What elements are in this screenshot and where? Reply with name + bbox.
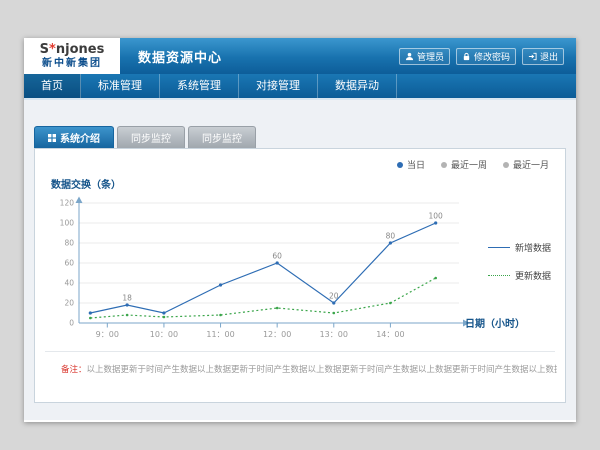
header-actions: 管理员 修改密码 退出 [399, 48, 564, 65]
legend-line-sample [488, 247, 510, 248]
period-filter-week[interactable]: 最近一周 [441, 158, 487, 171]
panel-divider [45, 351, 555, 352]
change-password-button[interactable]: 修改密码 [456, 48, 516, 65]
svg-text:9：00: 9：00 [96, 330, 119, 339]
nav-item-integration-mgmt[interactable]: 对接管理 [239, 74, 318, 98]
svg-text:100: 100 [429, 212, 444, 221]
period-filter-legend: 当日 最近一周 最近一月 [397, 158, 549, 171]
svg-text:14：00: 14：00 [376, 330, 404, 339]
svg-text:60: 60 [64, 259, 74, 268]
svg-text:80: 80 [386, 232, 396, 241]
nav-item-home[interactable]: 首页 [24, 74, 81, 98]
svg-text:80: 80 [64, 239, 74, 248]
header: S*njones 新中新集团 数据资源中心 管理员 修改密码 [24, 38, 576, 74]
svg-text:60: 60 [272, 252, 282, 261]
svg-text:100: 100 [60, 219, 75, 228]
tab-sync-monitor-2[interactable]: 同步监控 [188, 126, 256, 148]
logo: S*njones 新中新集团 [24, 38, 120, 74]
lock-icon [462, 52, 471, 61]
period-dot [397, 162, 403, 168]
series-legend: 新增数据 更新数据 [488, 241, 551, 282]
main-nav: 首页 标准管理 系统管理 对接管理 数据异动 [24, 74, 576, 100]
legend-item-new-data[interactable]: 新增数据 [488, 241, 551, 254]
tab-sync-monitor-1[interactable]: 同步监控 [117, 126, 185, 148]
header-bar: 数据资源中心 管理员 修改密码 [120, 38, 576, 74]
app-title: 数据资源中心 [138, 47, 222, 66]
user-icon [405, 52, 414, 61]
period-filter-today[interactable]: 当日 [397, 158, 425, 171]
remark-label: 备注： [61, 365, 87, 375]
svg-text:10：00: 10：00 [150, 330, 178, 339]
y-axis-title: 数据交换（条） [51, 176, 121, 191]
svg-text:40: 40 [64, 279, 74, 288]
logout-button[interactable]: 退出 [522, 48, 564, 65]
legend-line-sample [488, 275, 510, 276]
logo-star-icon: * [49, 42, 56, 57]
nav-item-system-mgmt[interactable]: 系统管理 [160, 74, 239, 98]
svg-text:20: 20 [64, 299, 74, 308]
logo-brand: S*njones [40, 43, 105, 57]
svg-text:120: 120 [60, 199, 75, 208]
line-chart: 0 20 40 60 80 100 120 9：00 10：00 11：00 12：00 13：00 1… [49, 195, 499, 349]
logo-company: 新中新集团 [42, 58, 102, 69]
tab-system-intro[interactable]: 系统介绍 [34, 126, 114, 148]
grid-icon [48, 134, 56, 142]
app-window: S*njones 新中新集团 数据资源中心 管理员 修改密码 [24, 38, 576, 422]
svg-text:13：00: 13：00 [320, 330, 348, 339]
svg-text:18: 18 [122, 294, 132, 303]
remark: 备注：以上数据更新于时间产生数据以上数据更新于时间产生数据以上数据更新于时间产生… [61, 363, 557, 375]
content-area: 系统介绍 同步监控 同步监控 当日 最近一周 [24, 100, 576, 420]
x-axis-title: 日期（小时） [465, 315, 525, 330]
remark-text: 以上数据更新于时间产生数据以上数据更新于时间产生数据以上数据更新于时间产生数据以… [87, 365, 557, 375]
svg-text:20: 20 [329, 292, 339, 301]
nav-item-standard-mgmt[interactable]: 标准管理 [81, 74, 160, 98]
logout-icon [528, 52, 537, 61]
svg-text:11：00: 11：00 [206, 330, 234, 339]
nav-item-data-change[interactable]: 数据异动 [318, 74, 397, 98]
svg-text:12：00: 12：00 [263, 330, 291, 339]
legend-item-updated-data[interactable]: 更新数据 [488, 269, 551, 282]
chart-panel: 当日 最近一周 最近一月 数据交换（条） 0 20 40 60 80 100 120 9：00… [34, 148, 566, 403]
period-filter-month[interactable]: 最近一月 [503, 158, 549, 171]
tab-bar: 系统介绍 同步监控 同步监控 [34, 126, 576, 148]
period-dot [441, 162, 447, 168]
svg-text:0: 0 [69, 319, 74, 328]
admin-button[interactable]: 管理员 [399, 48, 450, 65]
period-dot [503, 162, 509, 168]
